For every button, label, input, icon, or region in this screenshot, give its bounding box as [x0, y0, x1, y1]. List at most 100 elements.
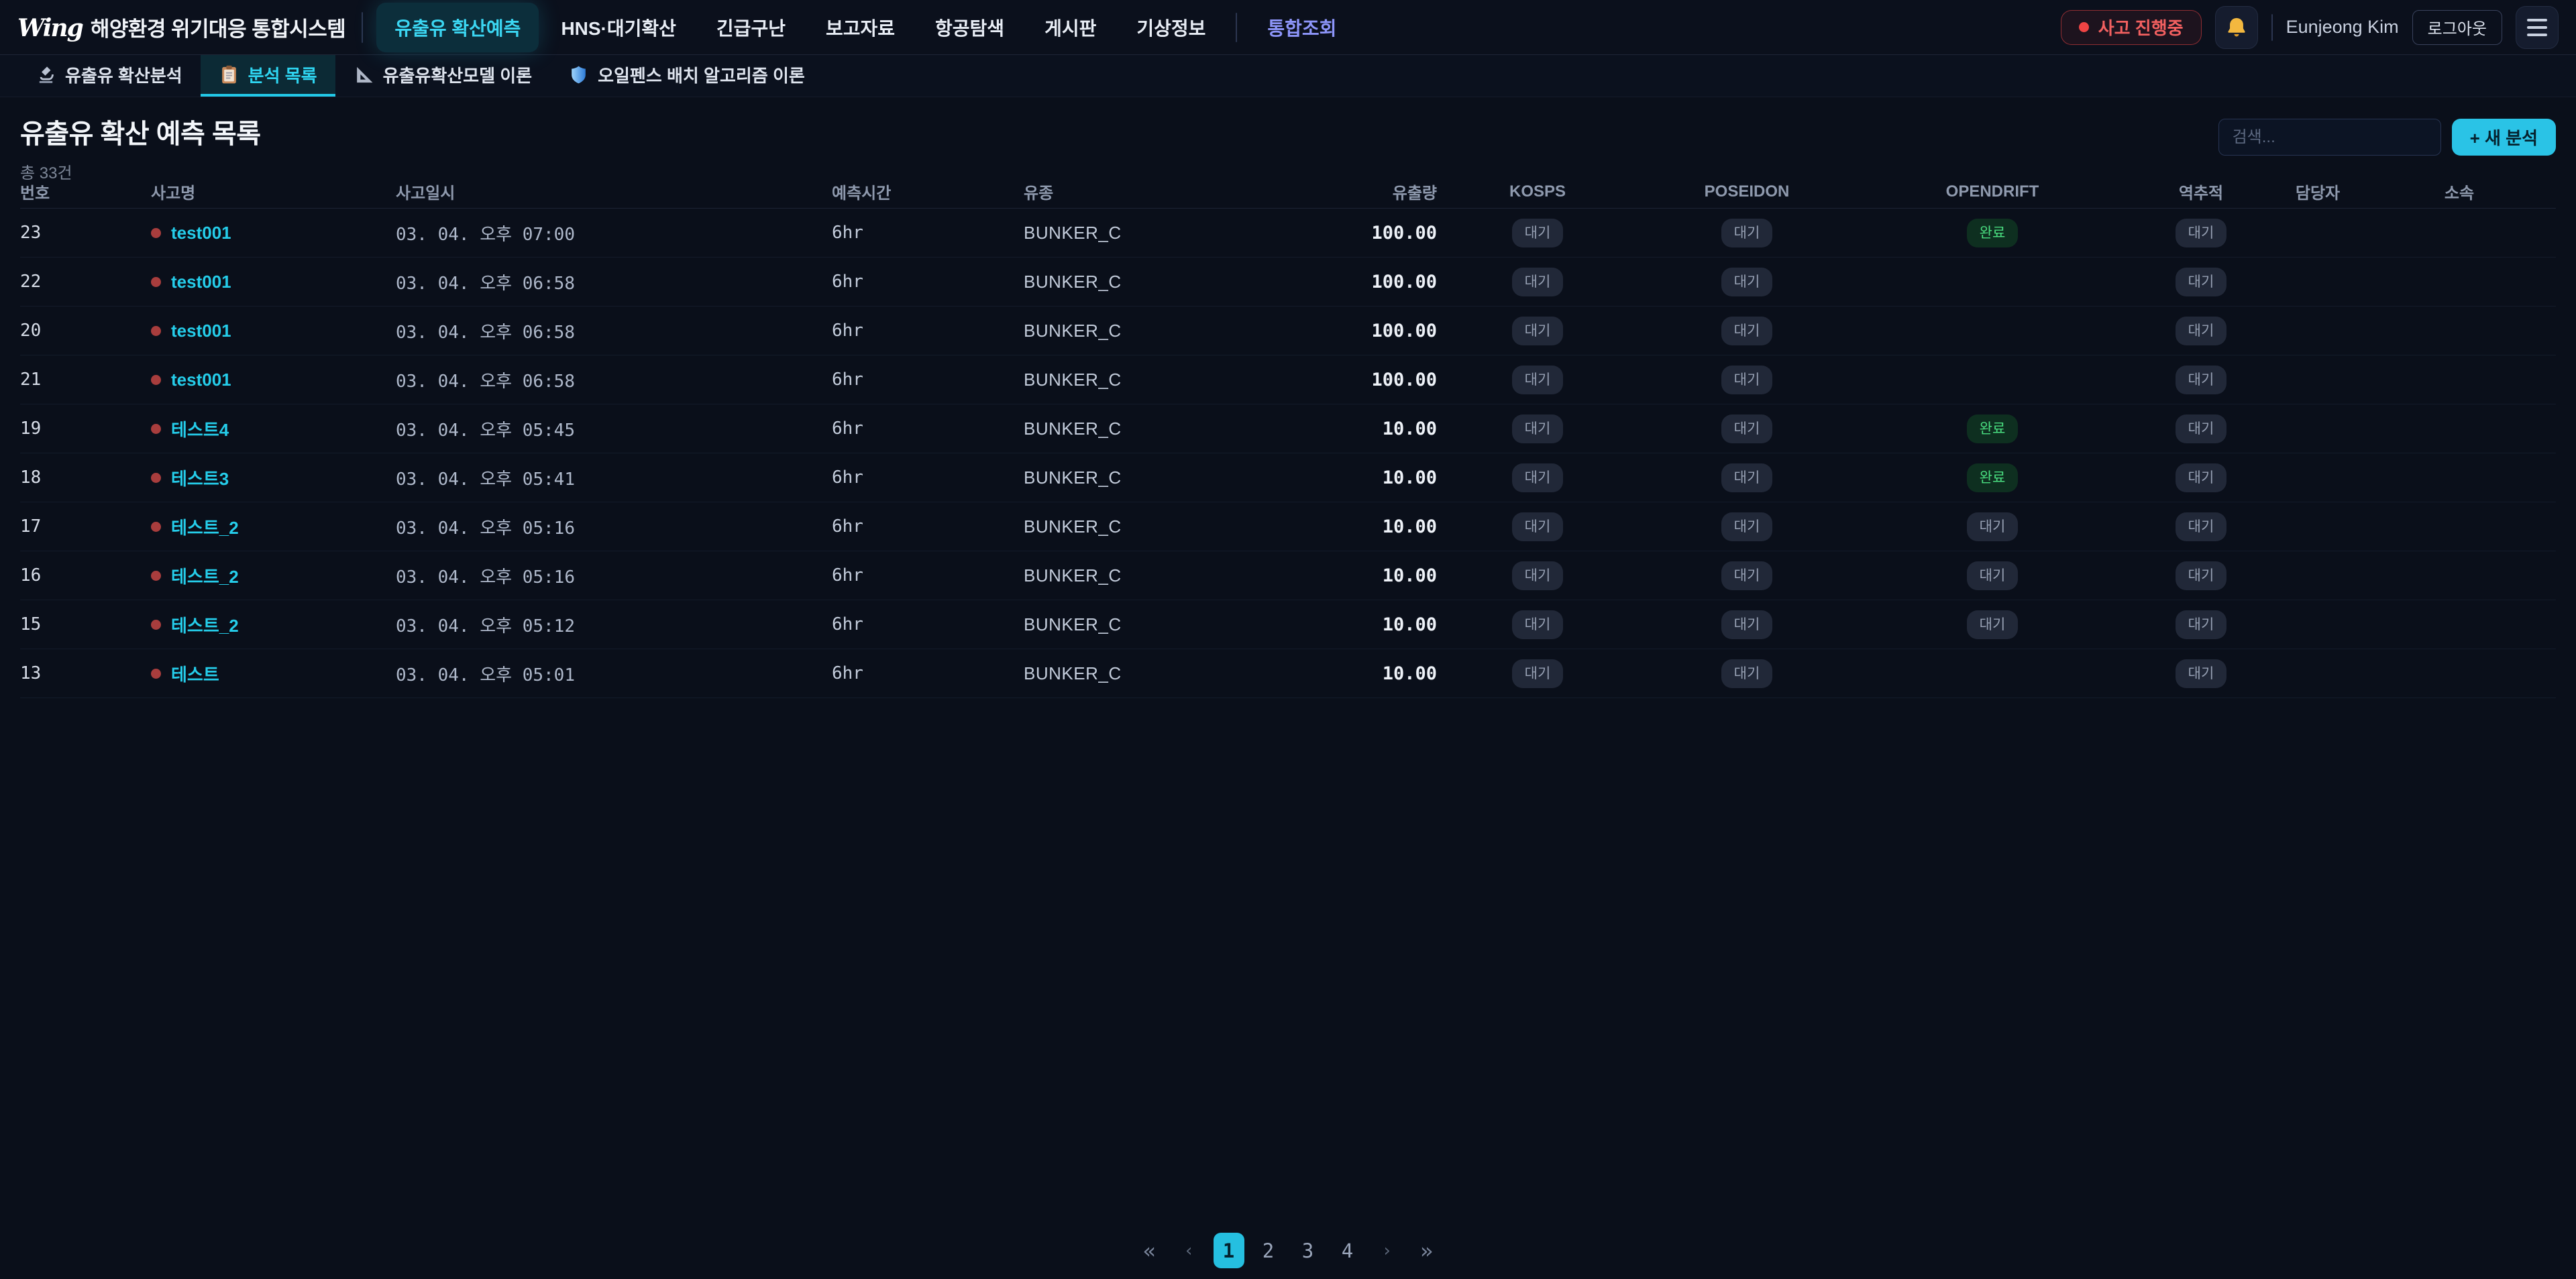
incident-link[interactable]: 테스트_2	[171, 563, 239, 588]
shield-icon	[568, 64, 589, 85]
incident-marker-icon	[151, 326, 161, 336]
col-header-2: 사고일시	[396, 180, 832, 203]
incident-name-cell: 테스트_2	[151, 563, 396, 588]
incident-datetime: 03. 04. 오후 05:16	[396, 514, 832, 539]
prediction-duration: 6hr	[832, 370, 1024, 390]
title-block: 유출유 확산 예측 목록 총 33건	[20, 112, 261, 183]
opendrift-status: 완료	[1856, 414, 2129, 443]
notification-bell-button[interactable]	[2215, 6, 2258, 49]
backtrack-status: 대기	[2129, 561, 2273, 590]
incident-datetime: 03. 04. 오후 05:45	[396, 416, 832, 441]
page-button-4[interactable]: 4	[1332, 1233, 1363, 1268]
backtrack-status: 대기	[2129, 610, 2273, 639]
page-button-1[interactable]: 1	[1214, 1233, 1244, 1268]
tab-1[interactable]: 분석 목록	[201, 55, 335, 97]
status-badge: 대기	[1512, 317, 1564, 345]
spill-amount: 10.00	[1305, 565, 1437, 586]
nav-item-7[interactable]: 통합조회	[1249, 3, 1354, 52]
table-row: 13테스트03. 04. 오후 05:016hrBUNKER_C10.00대기대…	[20, 649, 2556, 698]
tab-3[interactable]: 오일펜스 배치 알고리즘 이론	[550, 55, 823, 97]
page-title: 유출유 확산 예측 목록	[20, 112, 261, 151]
prediction-duration: 6hr	[832, 223, 1024, 243]
table-row: 17테스트_203. 04. 오후 05:166hrBUNKER_C10.00대…	[20, 502, 2556, 551]
status-badge: 대기	[2176, 561, 2227, 590]
incident-link[interactable]: test001	[171, 321, 231, 341]
status-badge: 완료	[1967, 414, 2019, 443]
kosps-status: 대기	[1437, 610, 1638, 639]
incident-link[interactable]: test001	[171, 370, 231, 390]
kosps-status: 대기	[1437, 414, 1638, 443]
page-button-2[interactable]: 2	[1253, 1233, 1284, 1268]
nav-item-6[interactable]: 기상정보	[1118, 3, 1224, 52]
page-first-button[interactable]: «	[1134, 1233, 1165, 1268]
status-badge: 대기	[1721, 610, 1773, 639]
row-number: 19	[20, 419, 151, 439]
search-input[interactable]	[2218, 119, 2441, 156]
oil-type: BUNKER_C	[1024, 419, 1305, 439]
status-badge: 대기	[1721, 512, 1773, 541]
status-badge: 대기	[2176, 610, 2227, 639]
page-prev-button[interactable]: ‹	[1174, 1233, 1205, 1268]
incident-link[interactable]: 테스트3	[171, 465, 229, 490]
kosps-status: 대기	[1437, 463, 1638, 492]
backtrack-status: 대기	[2129, 219, 2273, 247]
tab-label: 유출유확산모델 이론	[383, 62, 533, 87]
incident-name-cell: test001	[151, 223, 396, 243]
spill-amount: 10.00	[1305, 663, 1437, 684]
tab-0[interactable]: 유출유 확산분석	[17, 55, 201, 97]
status-badge: 완료	[1967, 219, 2019, 247]
nav-divider	[1236, 13, 1237, 42]
col-header-10: 담당자	[2273, 180, 2363, 203]
prediction-duration: 6hr	[832, 663, 1024, 683]
incident-datetime: 03. 04. 오후 07:00	[396, 221, 832, 245]
status-badge: 대기	[1967, 561, 2019, 590]
col-header-11: 소속	[2363, 180, 2556, 203]
incident-link[interactable]: 테스트	[171, 661, 219, 686]
kosps-status: 대기	[1437, 659, 1638, 688]
main-nav: 유출유 확산예측HNS·대기확산긴급구난보고자료항공탐색게시판기상정보 통합조회	[376, 0, 1354, 54]
new-analysis-button[interactable]: + 새 분석	[2452, 119, 2556, 156]
tab-bar: 유출유 확산분석 분석 목록 유출유확산모델 이론 오일펜스 배치 알고리즘 이론	[0, 55, 2576, 97]
incident-link[interactable]: 테스트4	[171, 416, 229, 441]
nav-item-1[interactable]: HNS·대기확산	[543, 3, 694, 52]
page-button-3[interactable]: 3	[1293, 1233, 1324, 1268]
opendrift-status: 완료	[1856, 463, 2129, 492]
nav-item-3[interactable]: 보고자료	[808, 3, 913, 52]
kosps-status: 대기	[1437, 317, 1638, 345]
nav-item-2[interactable]: 긴급구난	[698, 3, 804, 52]
incident-link[interactable]: test001	[171, 223, 231, 243]
tab-2[interactable]: 유출유확산모델 이론	[335, 55, 551, 97]
status-badge: 대기	[2176, 414, 2227, 443]
incident-dot-icon	[2079, 22, 2089, 32]
incident-link[interactable]: 테스트_2	[171, 514, 239, 539]
nav-item-0[interactable]: 유출유 확산예측	[376, 3, 539, 52]
tab-label: 분석 목록	[248, 62, 317, 87]
table-row: 20test00103. 04. 오후 06:586hrBUNKER_C100.…	[20, 307, 2556, 355]
prediction-duration: 6hr	[832, 565, 1024, 586]
menu-button[interactable]	[2516, 6, 2559, 49]
logout-button[interactable]: 로그아웃	[2412, 10, 2502, 45]
page-last-button[interactable]: »	[1411, 1233, 1442, 1268]
poseidon-status: 대기	[1638, 268, 1856, 296]
table-row: 23test00103. 04. 오후 07:006hrBUNKER_C100.…	[20, 209, 2556, 258]
status-badge: 대기	[1721, 366, 1773, 394]
opendrift-status: 대기	[1856, 512, 2129, 541]
opendrift-status: 완료	[1856, 219, 2129, 247]
incident-marker-icon	[151, 620, 161, 630]
incident-link[interactable]: test001	[171, 272, 231, 292]
prediction-duration: 6hr	[832, 321, 1024, 341]
incident-marker-icon	[151, 228, 161, 238]
nav-item-4[interactable]: 항공탐색	[917, 3, 1022, 52]
poseidon-status: 대기	[1638, 317, 1856, 345]
incident-link[interactable]: 테스트_2	[171, 612, 239, 637]
opendrift-status: 대기	[1856, 561, 2129, 590]
incident-datetime: 03. 04. 오후 05:01	[396, 661, 832, 686]
nav-item-5[interactable]: 게시판	[1026, 3, 1114, 52]
page-next-button[interactable]: ›	[1372, 1233, 1403, 1268]
status-badge: 대기	[1512, 610, 1564, 639]
status-badge: 대기	[2176, 268, 2227, 296]
incident-status-badge[interactable]: 사고 진행중	[2061, 10, 2202, 45]
backtrack-status: 대기	[2129, 463, 2273, 492]
col-header-3: 예측시간	[832, 180, 1024, 203]
incident-marker-icon	[151, 375, 161, 385]
